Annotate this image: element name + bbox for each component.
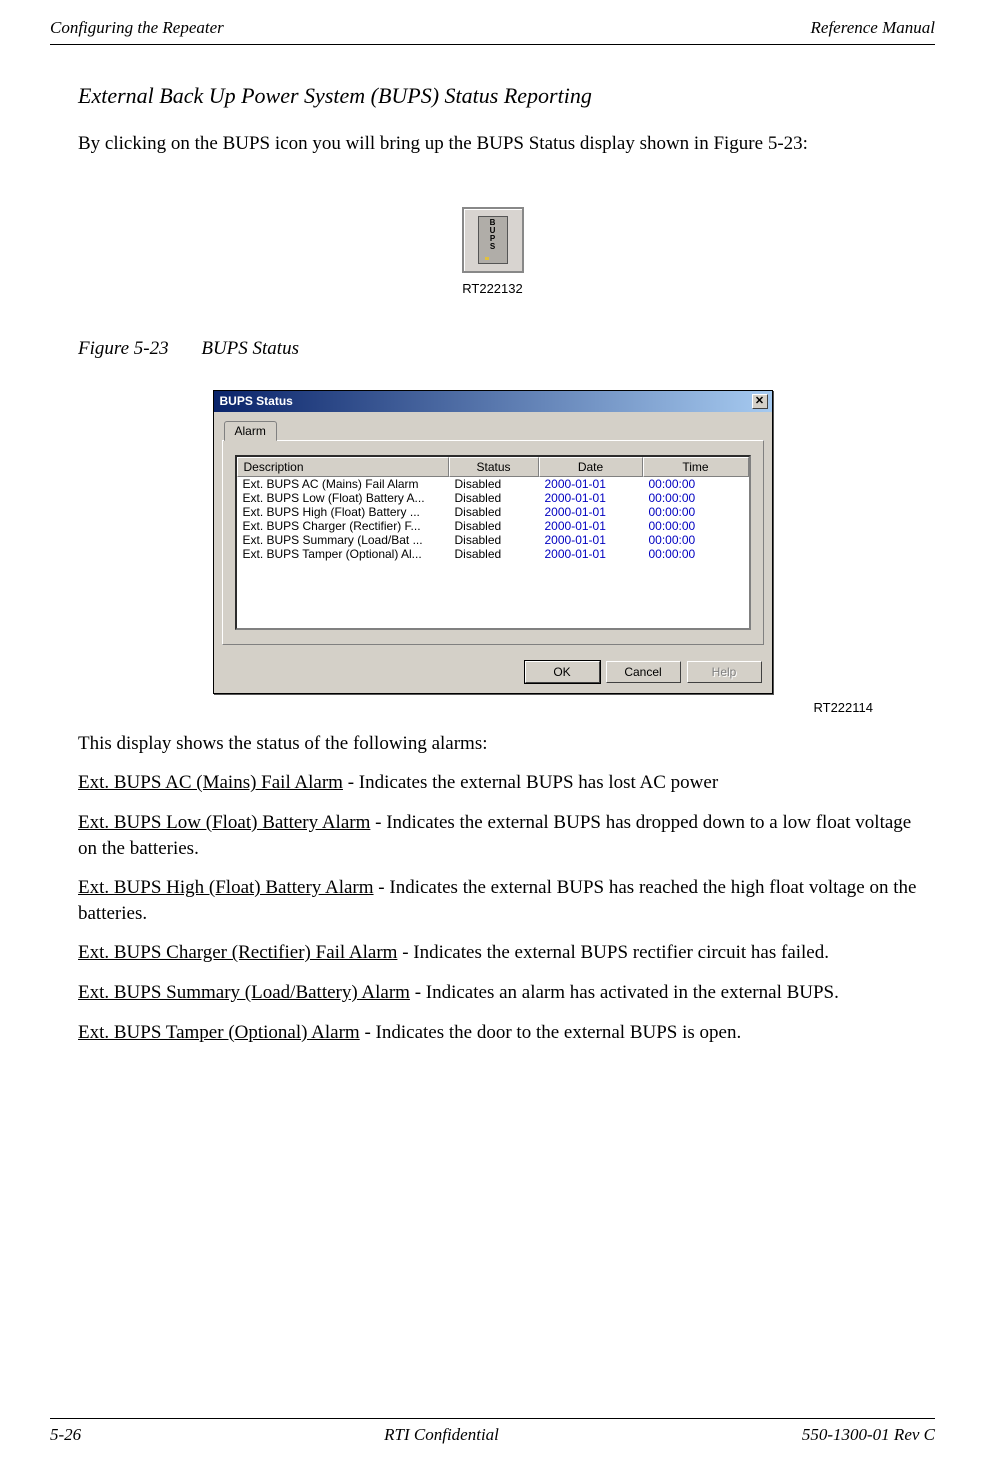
- cell-status: Disabled: [449, 491, 539, 505]
- cell-description: Ext. BUPS High (Float) Battery ...: [237, 505, 449, 519]
- table-row[interactable]: Ext. BUPS High (Float) Battery ...Disabl…: [237, 505, 749, 519]
- listview-header: Description Status Date Time: [237, 457, 749, 477]
- figure-number: Figure 5-23: [78, 338, 169, 359]
- alarm-name: Ext. BUPS Charger (Rectifier) Fail Alarm: [78, 942, 397, 963]
- alarm-description: Ext. BUPS High (Float) Battery Alarm - I…: [78, 875, 925, 926]
- cell-status: Disabled: [449, 533, 539, 547]
- bups-letter: S: [490, 243, 495, 251]
- col-status[interactable]: Status: [449, 457, 539, 477]
- alarm-name: Ext. BUPS Low (Float) Battery Alarm: [78, 812, 370, 833]
- alarm-name: Ext. BUPS Summary (Load/Battery) Alarm: [78, 982, 410, 1003]
- footer-right: 550-1300-01 Rev C: [802, 1425, 935, 1445]
- table-row[interactable]: Ext. BUPS Summary (Load/Bat ...Disabled2…: [237, 533, 749, 547]
- table-row[interactable]: Ext. BUPS Low (Float) Battery A...Disabl…: [237, 491, 749, 505]
- cell-status: Disabled: [449, 547, 539, 561]
- bups-icon[interactable]: B U P S: [462, 207, 524, 273]
- cell-description: Ext. BUPS Tamper (Optional) Al...: [237, 547, 449, 561]
- alarm-description: Ext. BUPS AC (Mains) Fail Alarm - Indica…: [78, 770, 925, 796]
- cell-status: Disabled: [449, 519, 539, 533]
- close-icon[interactable]: ✕: [752, 394, 768, 409]
- cell-status: Disabled: [449, 505, 539, 519]
- alarm-name: Ext. BUPS High (Float) Battery Alarm: [78, 877, 374, 898]
- col-date[interactable]: Date: [539, 457, 643, 477]
- alarm-name: Ext. BUPS AC (Mains) Fail Alarm: [78, 772, 343, 793]
- page-header: Configuring the Repeater Reference Manua…: [50, 18, 935, 45]
- cell-time: 00:00:00: [643, 519, 749, 533]
- icon-ref-number: RT222132: [462, 281, 522, 296]
- cell-date: 2000-01-01: [539, 491, 643, 505]
- cell-description: Ext. BUPS AC (Mains) Fail Alarm: [237, 477, 449, 491]
- bups-icon-graphic: B U P S: [478, 216, 508, 264]
- cell-date: 2000-01-01: [539, 519, 643, 533]
- alarm-text: - Indicates an alarm has activated in th…: [410, 982, 839, 1003]
- cell-time: 00:00:00: [643, 533, 749, 547]
- cell-status: Disabled: [449, 477, 539, 491]
- alarm-description: Ext. BUPS Charger (Rectifier) Fail Alarm…: [78, 940, 925, 966]
- col-description[interactable]: Description: [237, 457, 449, 477]
- footer-center: RTI Confidential: [384, 1425, 499, 1445]
- alarm-name: Ext. BUPS Tamper (Optional) Alarm: [78, 1022, 360, 1043]
- cell-description: Ext. BUPS Low (Float) Battery A...: [237, 491, 449, 505]
- alarm-description: Ext. BUPS Tamper (Optional) Alarm - Indi…: [78, 1020, 925, 1046]
- dialog-titlebar[interactable]: BUPS Status ✕: [214, 391, 772, 412]
- page-footer: 5-26 RTI Confidential 550-1300-01 Rev C: [50, 1418, 935, 1445]
- alarm-text: - Indicates the door to the external BUP…: [360, 1022, 742, 1043]
- alarm-listview[interactable]: Description Status Date Time Ext. BUPS A…: [235, 455, 751, 630]
- table-row[interactable]: Ext. BUPS Tamper (Optional) Al...Disable…: [237, 547, 749, 561]
- table-row[interactable]: Ext. BUPS AC (Mains) Fail AlarmDisabled2…: [237, 477, 749, 491]
- dialog-button-row: OK Cancel Help: [214, 655, 772, 693]
- cell-time: 00:00:00: [643, 491, 749, 505]
- cell-time: 00:00:00: [643, 477, 749, 491]
- cell-description: Ext. BUPS Summary (Load/Bat ...: [237, 533, 449, 547]
- figure-title: BUPS Status: [201, 338, 299, 359]
- tab-alarm[interactable]: Alarm: [224, 421, 277, 441]
- figure-caption: Figure 5-23 BUPS Status: [78, 338, 935, 360]
- help-button[interactable]: Help: [687, 661, 762, 683]
- cell-description: Ext. BUPS Charger (Rectifier) F...: [237, 519, 449, 533]
- header-right: Reference Manual: [811, 18, 935, 38]
- cell-date: 2000-01-01: [539, 547, 643, 561]
- dialog-ref-number: RT222114: [112, 700, 873, 715]
- alarm-description: Ext. BUPS Low (Float) Battery Alarm - In…: [78, 810, 925, 861]
- cell-time: 00:00:00: [643, 547, 749, 561]
- cell-date: 2000-01-01: [539, 477, 643, 491]
- cancel-button[interactable]: Cancel: [606, 661, 681, 683]
- ok-button[interactable]: OK: [525, 661, 600, 683]
- tab-panel: Description Status Date Time Ext. BUPS A…: [222, 440, 764, 645]
- bups-icon-figure: B U P S RT222132: [50, 207, 935, 296]
- tab-strip: Alarm: [214, 412, 772, 440]
- bups-status-dialog: BUPS Status ✕ Alarm Description Status D…: [213, 390, 773, 694]
- cell-date: 2000-01-01: [539, 505, 643, 519]
- section-heading: External Back Up Power System (BUPS) Sta…: [78, 83, 935, 109]
- cell-time: 00:00:00: [643, 505, 749, 519]
- alarm-description: Ext. BUPS Summary (Load/Battery) Alarm -…: [78, 980, 925, 1006]
- alarm-text: - Indicates the external BUPS has lost A…: [343, 772, 718, 793]
- intro-paragraph: By clicking on the BUPS icon you will br…: [78, 131, 925, 157]
- alarms-intro: This display shows the status of the fol…: [78, 731, 925, 757]
- col-time[interactable]: Time: [643, 457, 749, 477]
- header-left: Configuring the Repeater: [50, 18, 224, 38]
- table-row[interactable]: Ext. BUPS Charger (Rectifier) F...Disabl…: [237, 519, 749, 533]
- cell-date: 2000-01-01: [539, 533, 643, 547]
- footer-page-num: 5-26: [50, 1425, 81, 1445]
- alarm-text: - Indicates the external BUPS rectifier …: [397, 942, 829, 963]
- dialog-title: BUPS Status: [220, 394, 293, 408]
